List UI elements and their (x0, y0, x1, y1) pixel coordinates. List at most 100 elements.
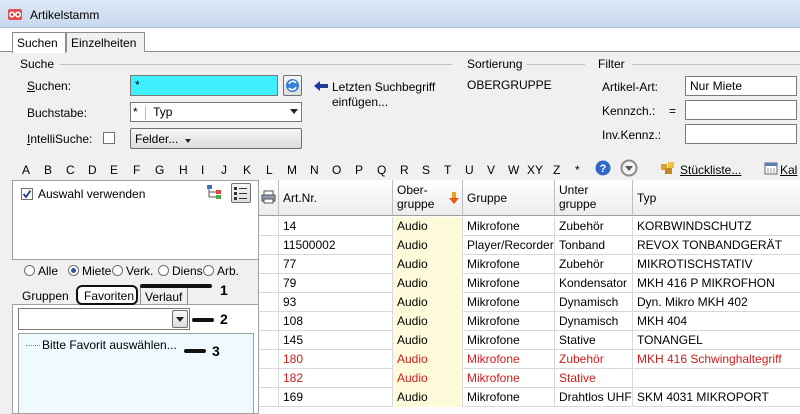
letter-t[interactable]: T (444, 163, 451, 177)
letter-w[interactable]: W (508, 163, 519, 177)
refresh-button[interactable] (283, 75, 302, 96)
annotation-1: 1 (220, 282, 228, 298)
row-selector[interactable] (259, 255, 279, 274)
stueckliste-button[interactable]: Stückliste... (680, 163, 741, 177)
letter-e[interactable]: E (110, 163, 118, 177)
cell-typ: TONANGEL (633, 331, 800, 350)
letter-m[interactable]: M (287, 163, 297, 177)
letter-g[interactable]: G (155, 163, 164, 177)
print-header[interactable] (259, 180, 279, 216)
chevron-down-icon (176, 317, 184, 322)
suchen-input[interactable]: * (130, 75, 278, 96)
letter-xy[interactable]: XY (527, 163, 543, 177)
header-art-nr[interactable]: Art.Nr. (279, 180, 393, 216)
kal-button[interactable]: Kal (780, 163, 797, 177)
cell-unter: Dynamisch (555, 312, 633, 331)
help-icon[interactable]: ? (595, 160, 611, 176)
letter-asterisk[interactable]: * (575, 163, 580, 177)
letter-f[interactable]: F (133, 163, 140, 177)
buchstabe-label: Buchstabe: (27, 106, 88, 120)
down-circle-icon[interactable] (620, 159, 638, 177)
cell-ober: Audio (393, 293, 463, 312)
row-selector[interactable] (259, 388, 279, 407)
letter-k[interactable]: K (243, 163, 251, 177)
filter-group-label: Filter (598, 57, 625, 71)
kennzch-input[interactable] (685, 100, 797, 120)
table-row[interactable]: 79 Audio Mikrofone Kondensator MKH 416 P MIK… (259, 274, 800, 293)
felder-button[interactable]: Felder... (130, 128, 302, 149)
last-search-hint[interactable]: Letzten Suchbegriff einfügen... (332, 80, 462, 110)
details-button[interactable] (231, 183, 251, 203)
cell-ober: Audio (393, 388, 463, 407)
radio-diens[interactable] (158, 265, 169, 276)
row-selector[interactable] (259, 217, 279, 236)
letter-s[interactable]: S (422, 163, 430, 177)
letter-j[interactable]: J (221, 163, 227, 177)
cell-typ: Dyn. Mikro MKH 402 (633, 293, 800, 312)
row-selector[interactable] (259, 274, 279, 293)
article-grid: Art.Nr. Ober- gruppe Gruppe Unter gruppe… (258, 180, 800, 414)
table-row[interactable]: 145 Audio Mikrofone Stative TONANGEL (259, 331, 800, 350)
letter-p[interactable]: P (355, 163, 363, 177)
inv-kennz-input[interactable] (685, 124, 797, 144)
favorit-select[interactable] (18, 308, 190, 330)
suchen-label: Suchen: (27, 79, 72, 93)
table-row[interactable]: 182 Audio Mikrofone Stative (259, 369, 800, 388)
letter-c[interactable]: C (66, 163, 75, 177)
tab-suchen[interactable]: Suchen (12, 32, 66, 53)
header-untergruppe[interactable]: Unter gruppe (555, 180, 633, 216)
header-typ[interactable]: Typ (633, 180, 800, 216)
tab-einzelheiten[interactable]: Einzelheiten (66, 32, 145, 52)
letter-o[interactable]: O (332, 163, 341, 177)
row-selector[interactable] (259, 312, 279, 331)
refresh-icon (286, 79, 299, 92)
letter-q[interactable]: Q (377, 163, 386, 177)
tree-icon[interactable] (206, 184, 224, 200)
letter-u[interactable]: U (465, 163, 474, 177)
buchstabe-separator (145, 105, 147, 120)
letter-r[interactable]: R (400, 163, 409, 177)
row-selector[interactable] (259, 331, 279, 350)
letter-l[interactable]: L (266, 163, 273, 177)
artikel-art-select[interactable]: Nur Miete (685, 76, 797, 96)
favorit-dropdown-button[interactable] (172, 310, 188, 328)
radio-verk[interactable] (112, 265, 123, 276)
radio-arb[interactable] (203, 265, 214, 276)
row-selector[interactable] (259, 293, 279, 312)
header-gruppe[interactable]: Gruppe (463, 180, 555, 216)
row-selector[interactable] (259, 350, 279, 369)
favorit-placeholder[interactable]: Bitte Favorit auswählen... (42, 338, 177, 352)
table-row[interactable]: 11500002 Audio Player/Recorder Tonband REVOX… (259, 236, 800, 255)
subtab-verlauf[interactable]: Verlauf (140, 287, 188, 305)
letter-a[interactable]: A (22, 163, 30, 177)
subtab-favoriten[interactable]: Favoriten (76, 285, 138, 305)
printer-icon (261, 190, 276, 204)
radio-miete[interactable] (68, 265, 79, 276)
letter-n[interactable]: N (310, 163, 319, 177)
row-selector[interactable] (259, 236, 279, 255)
cell-gruppe: Mikrofone (463, 293, 555, 312)
letter-h[interactable]: H (179, 163, 188, 177)
intellisuche-checkbox[interactable] (103, 132, 115, 144)
row-selector[interactable] (259, 369, 279, 388)
table-row[interactable]: 169 Audio Mikrofone Drahtlos UHF SKM 4031 MI… (259, 388, 800, 407)
table-row[interactable]: 180 Audio Mikrofone Zubehör MKH 416 Schwingh… (259, 350, 800, 369)
cell-unter: Zubehör (555, 217, 633, 236)
subtab-gruppen[interactable]: Gruppen (22, 289, 69, 303)
letter-d[interactable]: D (88, 163, 97, 177)
letter-b[interactable]: B (44, 163, 52, 177)
table-row[interactable]: 77 Audio Mikrofone Zubehör MIKROTISCHSTATIV (259, 255, 800, 274)
radio-alle[interactable] (24, 265, 35, 276)
details-list-icon (234, 187, 247, 200)
table-row[interactable]: 93 Audio Mikrofone Dynamisch Dyn. Mikro MKH … (259, 293, 800, 312)
letter-i[interactable]: I (201, 163, 204, 177)
letter-z[interactable]: Z (553, 163, 560, 177)
radio-verk-label: Verk. (126, 264, 154, 278)
table-row[interactable]: 14 Audio Mikrofone Zubehör KORBWINDSCHUTZ (259, 217, 800, 236)
buchstabe-select[interactable]: * Typ (130, 102, 302, 122)
sortierung-value[interactable]: OBERGRUPPE (467, 78, 552, 92)
auswahl-checkbox[interactable] (21, 188, 33, 200)
table-row[interactable]: 108 Audio Mikrofone Dynamisch MKH 404 (259, 312, 800, 331)
cell-typ (633, 369, 800, 388)
letter-v[interactable]: V (487, 163, 495, 177)
